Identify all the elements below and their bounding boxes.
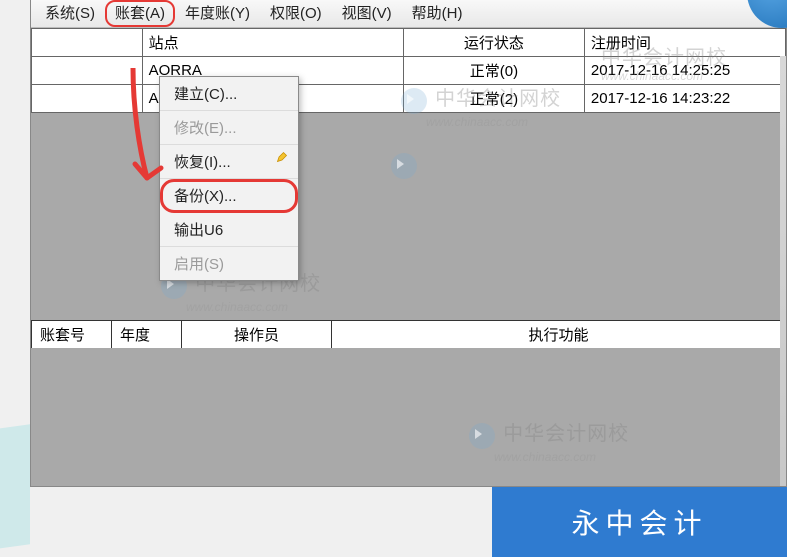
menu-permission[interactable]: 权限(O) <box>260 0 332 27</box>
cell-status: 正常(0) <box>403 57 584 85</box>
menu-accountset[interactable]: 账套(A) <box>105 0 175 27</box>
col-header-function[interactable]: 执行功能 <box>332 321 786 349</box>
menu-item-create[interactable]: 建立(C)... <box>160 77 298 111</box>
menu-item-modify[interactable]: 修改(E)... <box>160 111 298 145</box>
application-window: 系统(S) 账套(A) 年度账(Y) 权限(O) 视图(V) 帮助(H) 站点 … <box>30 0 787 487</box>
col-header-site[interactable]: 站点 <box>142 29 403 57</box>
watermark <box>391 153 421 179</box>
menu-item-backup[interactable]: 备份(X)... <box>160 179 298 213</box>
status-table-body <box>31 348 786 486</box>
cell-status: 正常(2) <box>403 85 584 113</box>
status-table: 账套号 年度 操作员 执行功能 <box>31 320 786 349</box>
accountset-dropdown: 建立(C)... 修改(E)... 恢复(I)... 备份(X)... 输出U6… <box>159 76 299 281</box>
col-header-year[interactable]: 年度 <box>112 321 182 349</box>
vertical-scrollbar[interactable] <box>780 56 786 486</box>
menu-item-label: 恢复(I)... <box>174 154 231 171</box>
watermark-url: www.chinaacc.com <box>426 115 528 129</box>
menu-view[interactable]: 视图(V) <box>332 0 402 27</box>
menu-item-enable[interactable]: 启用(S) <box>160 247 298 280</box>
brand-label: 永中会计 <box>571 502 707 542</box>
pencil-icon <box>276 151 288 163</box>
cell-time: 2017-12-16 14:25:25 <box>584 57 785 85</box>
table-row[interactable]: AORRA 正常(2) 2017-12-16 14:23:22 <box>32 85 786 113</box>
menu-annual[interactable]: 年度账(Y) <box>175 0 260 27</box>
col-header-operator[interactable]: 操作员 <box>182 321 332 349</box>
menu-item-restore[interactable]: 恢复(I)... <box>160 145 298 179</box>
menu-help[interactable]: 帮助(H) <box>402 0 473 27</box>
menubar: 系统(S) 账套(A) 年度账(Y) 权限(O) 视图(V) 帮助(H) <box>31 0 786 28</box>
table-row[interactable]: AORRA 正常(0) 2017-12-16 14:25:25 <box>32 57 786 85</box>
background-decoration <box>0 424 30 550</box>
table-header-row: 站点 运行状态 注册时间 <box>32 29 786 57</box>
col-header-blank[interactable] <box>32 29 143 57</box>
cell-blank <box>32 85 143 113</box>
content-area: 站点 运行状态 注册时间 AORRA 正常(0) 2017-12-16 14:2… <box>31 28 786 486</box>
col-header-account-no[interactable]: 账套号 <box>32 321 112 349</box>
menu-item-export-u6[interactable]: 输出U6 <box>160 213 298 247</box>
watermark-url: www.chinaacc.com <box>186 300 288 314</box>
menu-system[interactable]: 系统(S) <box>35 0 105 27</box>
cell-blank <box>32 57 143 85</box>
status-header-row: 账套号 年度 操作员 执行功能 <box>32 321 786 349</box>
watermark-logo-icon <box>391 153 417 179</box>
col-header-register-time[interactable]: 注册时间 <box>584 29 785 57</box>
sessions-table: 站点 运行状态 注册时间 AORRA 正常(0) 2017-12-16 14:2… <box>31 28 786 113</box>
col-header-run-status[interactable]: 运行状态 <box>403 29 584 57</box>
cell-time: 2017-12-16 14:23:22 <box>584 85 785 113</box>
brand-bar: 永中会计 <box>492 487 787 557</box>
